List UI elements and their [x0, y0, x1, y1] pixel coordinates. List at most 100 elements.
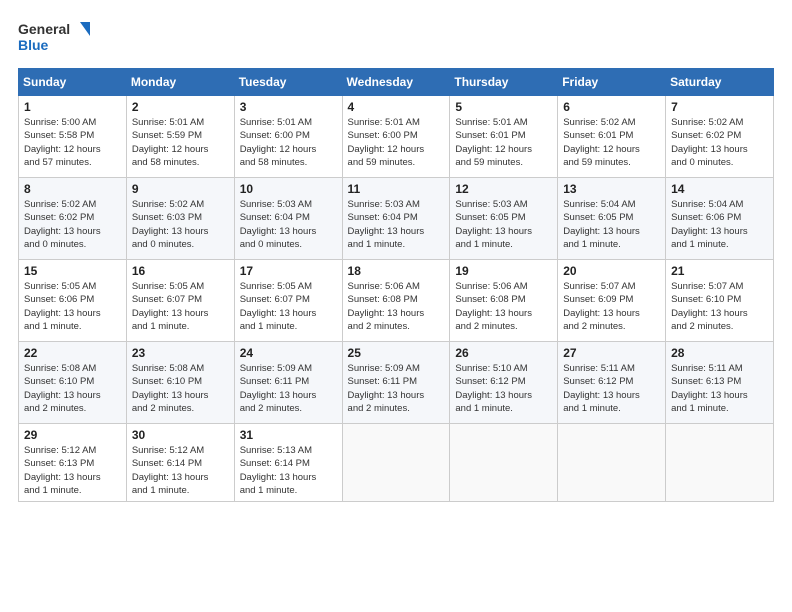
logo-svg: General Blue [18, 18, 98, 58]
svg-text:Blue: Blue [18, 37, 49, 53]
header: General Blue [18, 18, 774, 58]
calendar-cell: 13 Sunrise: 5:04 AM Sunset: 6:05 PM Dayli… [558, 178, 666, 260]
day-number: 28 [671, 346, 768, 360]
calendar-cell: 17 Sunrise: 5:05 AM Sunset: 6:07 PM Dayli… [234, 260, 342, 342]
calendar-cell: 11Sunrise: 5:03 AM Sunset: 6:04 PM Dayli… [342, 178, 450, 260]
day-info: Sunrise: 5:02 AM Sunset: 6:01 PM Dayligh… [563, 116, 660, 169]
calendar-cell: 9Sunrise: 5:02 AM Sunset: 6:03 PM Daylig… [126, 178, 234, 260]
day-info: Sunrise: 5:11 AM Sunset: 6:12 PM Dayligh… [563, 362, 660, 415]
day-info: Sunrise: 5:01 AM Sunset: 6:00 PM Dayligh… [348, 116, 445, 169]
day-info: Sunrise: 5:00 AM Sunset: 5:58 PM Dayligh… [24, 116, 121, 169]
day-number: 15 [24, 264, 121, 278]
calendar-cell: 2 Sunrise: 5:01 AM Sunset: 5:59 PM Daylig… [126, 96, 234, 178]
day-number: 24 [240, 346, 337, 360]
day-info: Sunrise: 5:12 AM Sunset: 6:13 PM Dayligh… [24, 444, 121, 497]
calendar-cell: 12 Sunrise: 5:03 AM Sunset: 6:05 PM Dayli… [450, 178, 558, 260]
calendar-week-5: 29 Sunrise: 5:12 AM Sunset: 6:13 PM Dayli… [19, 424, 774, 502]
calendar-cell: 6 Sunrise: 5:02 AM Sunset: 6:01 PM Daylig… [558, 96, 666, 178]
calendar-cell [342, 424, 450, 502]
weekday-header-wednesday: Wednesday [342, 69, 450, 96]
calendar-cell: 24 Sunrise: 5:09 AM Sunset: 6:11 PM Dayli… [234, 342, 342, 424]
calendar-cell: 29 Sunrise: 5:12 AM Sunset: 6:13 PM Dayli… [19, 424, 127, 502]
day-number: 30 [132, 428, 229, 442]
day-number: 11 [348, 182, 445, 196]
day-info: Sunrise: 5:10 AM Sunset: 6:12 PM Dayligh… [455, 362, 552, 415]
day-info: Sunrise: 5:11 AM Sunset: 6:13 PM Dayligh… [671, 362, 768, 415]
weekday-header-thursday: Thursday [450, 69, 558, 96]
day-info: Sunrise: 5:12 AM Sunset: 6:14 PM Dayligh… [132, 444, 229, 497]
day-info: Sunrise: 5:09 AM Sunset: 6:11 PM Dayligh… [240, 362, 337, 415]
day-number: 20 [563, 264, 660, 278]
day-info: Sunrise: 5:02 AM Sunset: 6:02 PM Dayligh… [671, 116, 768, 169]
calendar-cell: 16Sunrise: 5:05 AM Sunset: 6:07 PM Dayli… [126, 260, 234, 342]
calendar-cell: 1 Sunrise: 5:00 AM Sunset: 5:58 PM Daylig… [19, 96, 127, 178]
weekday-header-tuesday: Tuesday [234, 69, 342, 96]
calendar-cell: 21 Sunrise: 5:07 AM Sunset: 6:10 PM Dayli… [666, 260, 774, 342]
calendar-cell: 26 Sunrise: 5:10 AM Sunset: 6:12 PM Dayli… [450, 342, 558, 424]
calendar-week-1: 1 Sunrise: 5:00 AM Sunset: 5:58 PM Daylig… [19, 96, 774, 178]
calendar-cell: 22 Sunrise: 5:08 AM Sunset: 6:10 PM Dayli… [19, 342, 127, 424]
day-number: 21 [671, 264, 768, 278]
calendar-cell: 18 Sunrise: 5:06 AM Sunset: 6:08 PM Dayli… [342, 260, 450, 342]
calendar-cell: 19Sunrise: 5:06 AM Sunset: 6:08 PM Dayli… [450, 260, 558, 342]
day-number: 1 [24, 100, 121, 114]
calendar-cell: 30 Sunrise: 5:12 AM Sunset: 6:14 PM Dayli… [126, 424, 234, 502]
day-number: 12 [455, 182, 552, 196]
day-info: Sunrise: 5:08 AM Sunset: 6:10 PM Dayligh… [24, 362, 121, 415]
day-info: Sunrise: 5:05 AM Sunset: 6:07 PM Dayligh… [240, 280, 337, 333]
calendar-cell: 23Sunrise: 5:08 AM Sunset: 6:10 PM Dayli… [126, 342, 234, 424]
day-info: Sunrise: 5:03 AM Sunset: 6:05 PM Dayligh… [455, 198, 552, 251]
calendar-cell: 27 Sunrise: 5:11 AM Sunset: 6:12 PM Dayli… [558, 342, 666, 424]
day-info: Sunrise: 5:09 AM Sunset: 6:11 PM Dayligh… [348, 362, 445, 415]
day-number: 14 [671, 182, 768, 196]
day-info: Sunrise: 5:07 AM Sunset: 6:10 PM Dayligh… [671, 280, 768, 333]
day-number: 19 [455, 264, 552, 278]
day-number: 26 [455, 346, 552, 360]
logo: General Blue [18, 18, 98, 58]
day-info: Sunrise: 5:04 AM Sunset: 6:05 PM Dayligh… [563, 198, 660, 251]
calendar-cell: 15Sunrise: 5:05 AM Sunset: 6:06 PM Dayli… [19, 260, 127, 342]
day-number: 10 [240, 182, 337, 196]
day-number: 22 [24, 346, 121, 360]
day-number: 18 [348, 264, 445, 278]
calendar-week-3: 15Sunrise: 5:05 AM Sunset: 6:06 PM Dayli… [19, 260, 774, 342]
weekday-header-saturday: Saturday [666, 69, 774, 96]
calendar-week-2: 8Sunrise: 5:02 AM Sunset: 6:02 PM Daylig… [19, 178, 774, 260]
day-number: 13 [563, 182, 660, 196]
weekday-header-row: SundayMondayTuesdayWednesdayThursdayFrid… [19, 69, 774, 96]
calendar-cell [558, 424, 666, 502]
calendar-cell: 7 Sunrise: 5:02 AM Sunset: 6:02 PM Daylig… [666, 96, 774, 178]
day-number: 2 [132, 100, 229, 114]
day-info: Sunrise: 5:04 AM Sunset: 6:06 PM Dayligh… [671, 198, 768, 251]
page: General Blue SundayMondayTuesdayWednesda… [0, 0, 792, 612]
day-number: 5 [455, 100, 552, 114]
day-number: 27 [563, 346, 660, 360]
calendar-cell: 10Sunrise: 5:03 AM Sunset: 6:04 PM Dayli… [234, 178, 342, 260]
day-info: Sunrise: 5:01 AM Sunset: 5:59 PM Dayligh… [132, 116, 229, 169]
day-number: 4 [348, 100, 445, 114]
calendar-week-4: 22 Sunrise: 5:08 AM Sunset: 6:10 PM Dayli… [19, 342, 774, 424]
calendar-cell: 31Sunrise: 5:13 AM Sunset: 6:14 PM Dayli… [234, 424, 342, 502]
calendar-cell: 14 Sunrise: 5:04 AM Sunset: 6:06 PM Dayli… [666, 178, 774, 260]
calendar-cell: 5Sunrise: 5:01 AM Sunset: 6:01 PM Daylig… [450, 96, 558, 178]
weekday-header-friday: Friday [558, 69, 666, 96]
day-number: 7 [671, 100, 768, 114]
calendar-cell: 8Sunrise: 5:02 AM Sunset: 6:02 PM Daylig… [19, 178, 127, 260]
calendar-cell [666, 424, 774, 502]
day-number: 29 [24, 428, 121, 442]
calendar-cell [450, 424, 558, 502]
day-number: 16 [132, 264, 229, 278]
day-number: 31 [240, 428, 337, 442]
calendar-cell: 25 Sunrise: 5:09 AM Sunset: 6:11 PM Dayli… [342, 342, 450, 424]
day-number: 17 [240, 264, 337, 278]
calendar-cell: 3 Sunrise: 5:01 AM Sunset: 6:00 PM Daylig… [234, 96, 342, 178]
svg-text:General: General [18, 21, 70, 37]
weekday-header-sunday: Sunday [19, 69, 127, 96]
day-number: 3 [240, 100, 337, 114]
day-number: 6 [563, 100, 660, 114]
day-number: 8 [24, 182, 121, 196]
day-info: Sunrise: 5:06 AM Sunset: 6:08 PM Dayligh… [348, 280, 445, 333]
weekday-header-monday: Monday [126, 69, 234, 96]
day-number: 25 [348, 346, 445, 360]
day-info: Sunrise: 5:01 AM Sunset: 6:00 PM Dayligh… [240, 116, 337, 169]
